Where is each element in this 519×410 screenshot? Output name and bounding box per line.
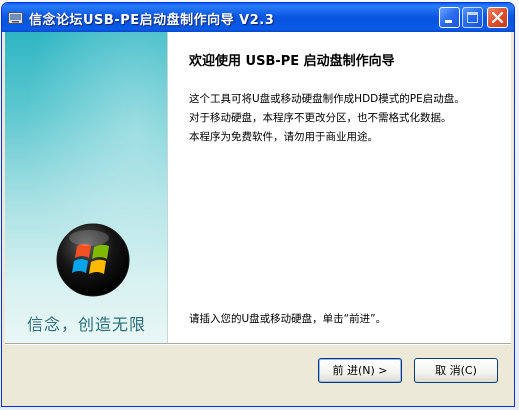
minimize-button[interactable] bbox=[439, 7, 460, 28]
app-icon bbox=[8, 10, 23, 24]
description-line: 这个工具可将U盘或移动硬盘制作成HDD模式的PE启动盘。 bbox=[189, 93, 465, 105]
close-icon bbox=[491, 11, 504, 24]
close-button[interactable] bbox=[487, 7, 508, 28]
description: 这个工具可将U盘或移动硬盘制作成HDD模式的PE启动盘。 对于移动硬盘，本程序不… bbox=[189, 90, 507, 147]
description-line: 本程序为免费软件，请勿用于商业用途。 bbox=[189, 131, 378, 143]
banner-slogan: 信念，创造无限 bbox=[26, 315, 146, 334]
maximize-icon bbox=[467, 12, 478, 23]
windows-logo-icon bbox=[55, 222, 131, 298]
insert-prompt: 请插入您的U盘或移动硬盘，单击“前进”。 bbox=[189, 313, 387, 325]
next-button[interactable]: 前 进(N) > bbox=[318, 358, 402, 383]
wizard-window: 信念论坛USB-PE启动盘制作向导 V2.3 信念，创造无限 欢迎使用 USB-… bbox=[1, 2, 515, 407]
wizard-content: 欢迎使用 USB-PE 启动盘制作向导 这个工具可将U盘或移动硬盘制作成HDD模… bbox=[189, 32, 509, 343]
maximize-button[interactable] bbox=[462, 7, 483, 28]
welcome-title: 欢迎使用 USB-PE 启动盘制作向导 bbox=[189, 54, 395, 69]
wizard-body: 信念，创造无限 欢迎使用 USB-PE 启动盘制作向导 这个工具可将U盘或移动硬… bbox=[5, 32, 511, 343]
side-banner: 信念，创造无限 bbox=[5, 32, 168, 343]
window-title: 信念论坛USB-PE启动盘制作向导 V2.3 bbox=[29, 13, 275, 28]
title-bar[interactable]: 信念论坛USB-PE启动盘制作向导 V2.3 bbox=[2, 3, 514, 32]
minimize-icon bbox=[445, 20, 452, 23]
footer-divider bbox=[5, 343, 511, 345]
description-line: 对于移动硬盘，本程序不更改分区，也不需格式化数据。 bbox=[189, 112, 452, 124]
cancel-button[interactable]: 取 消(C) bbox=[414, 358, 498, 383]
